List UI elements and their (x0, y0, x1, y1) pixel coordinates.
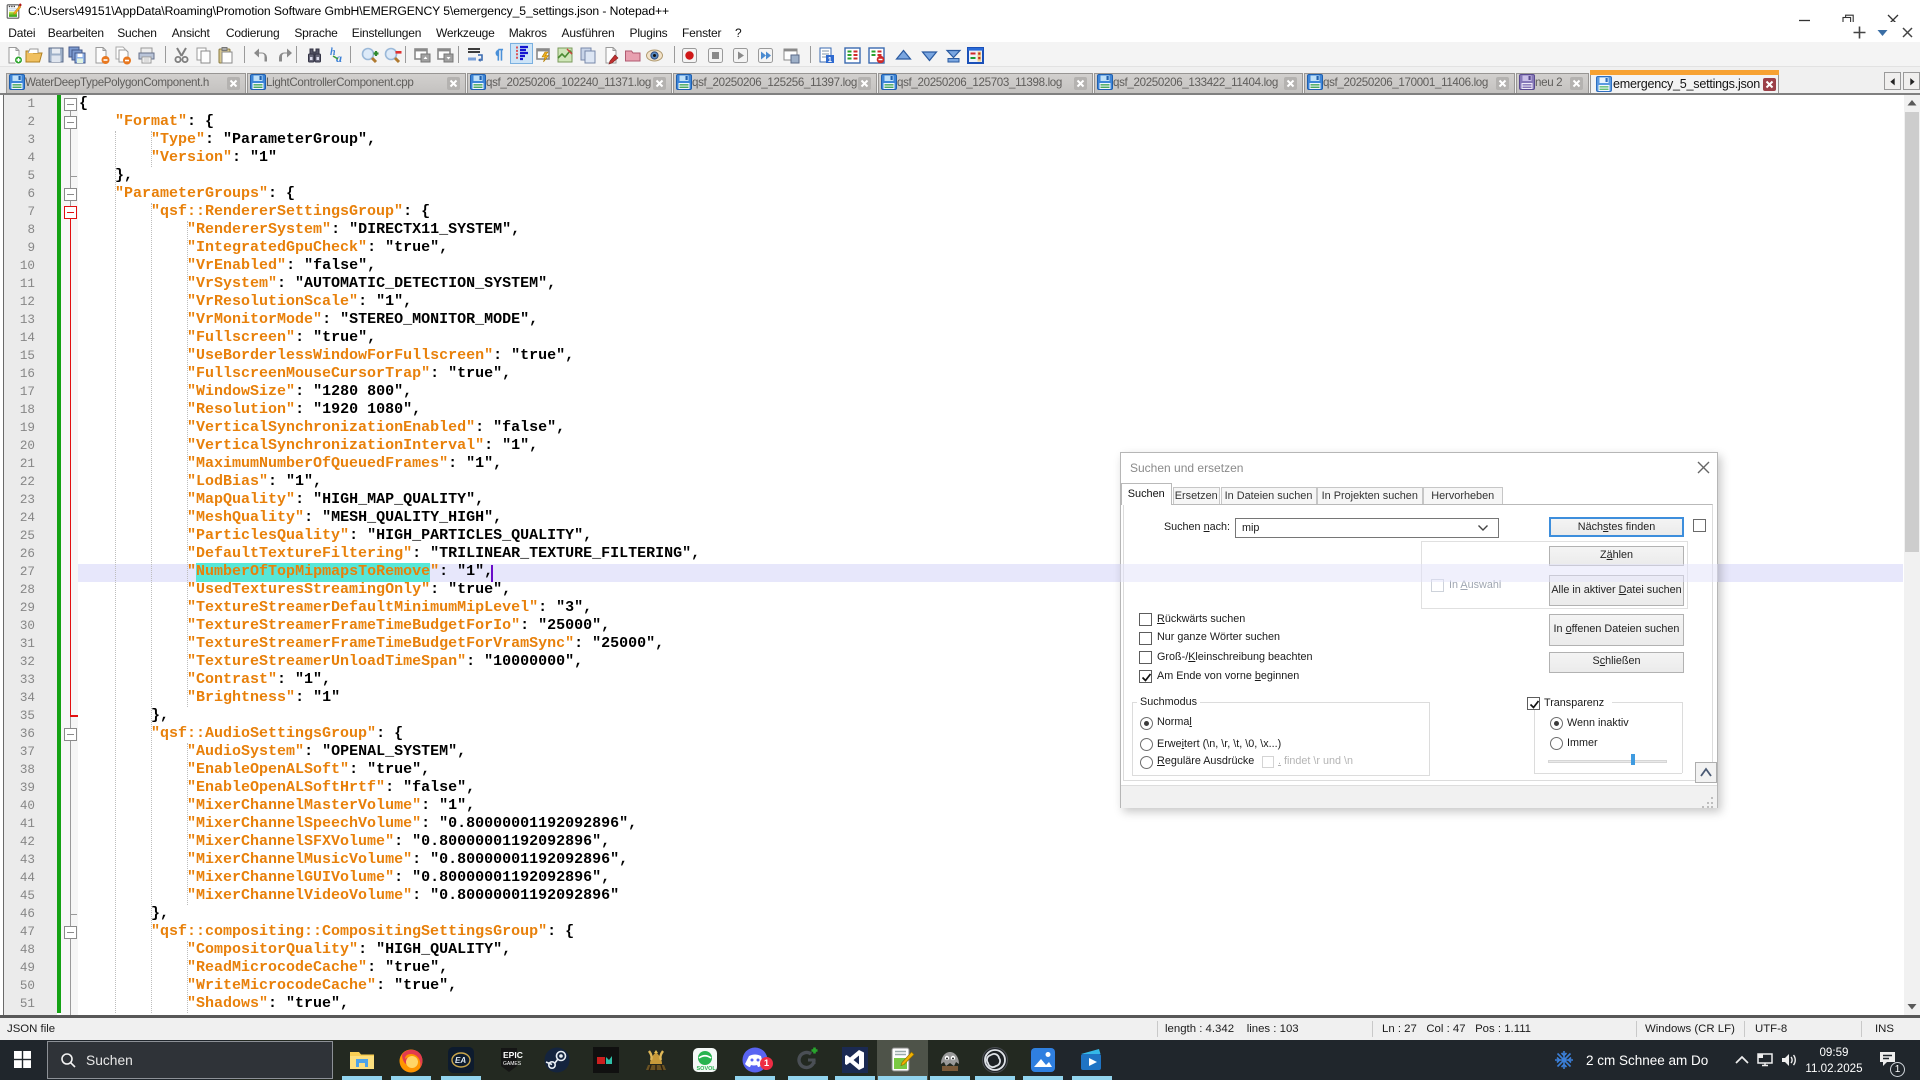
svg-text:EA: EA (455, 1056, 466, 1065)
svg-text:SOVOL: SOVOL (697, 1066, 717, 1072)
svg-text:EPIC: EPIC (503, 1050, 523, 1060)
svg-text:GAMES: GAMES (503, 1061, 522, 1067)
svg-text:1: 1 (828, 55, 832, 64)
